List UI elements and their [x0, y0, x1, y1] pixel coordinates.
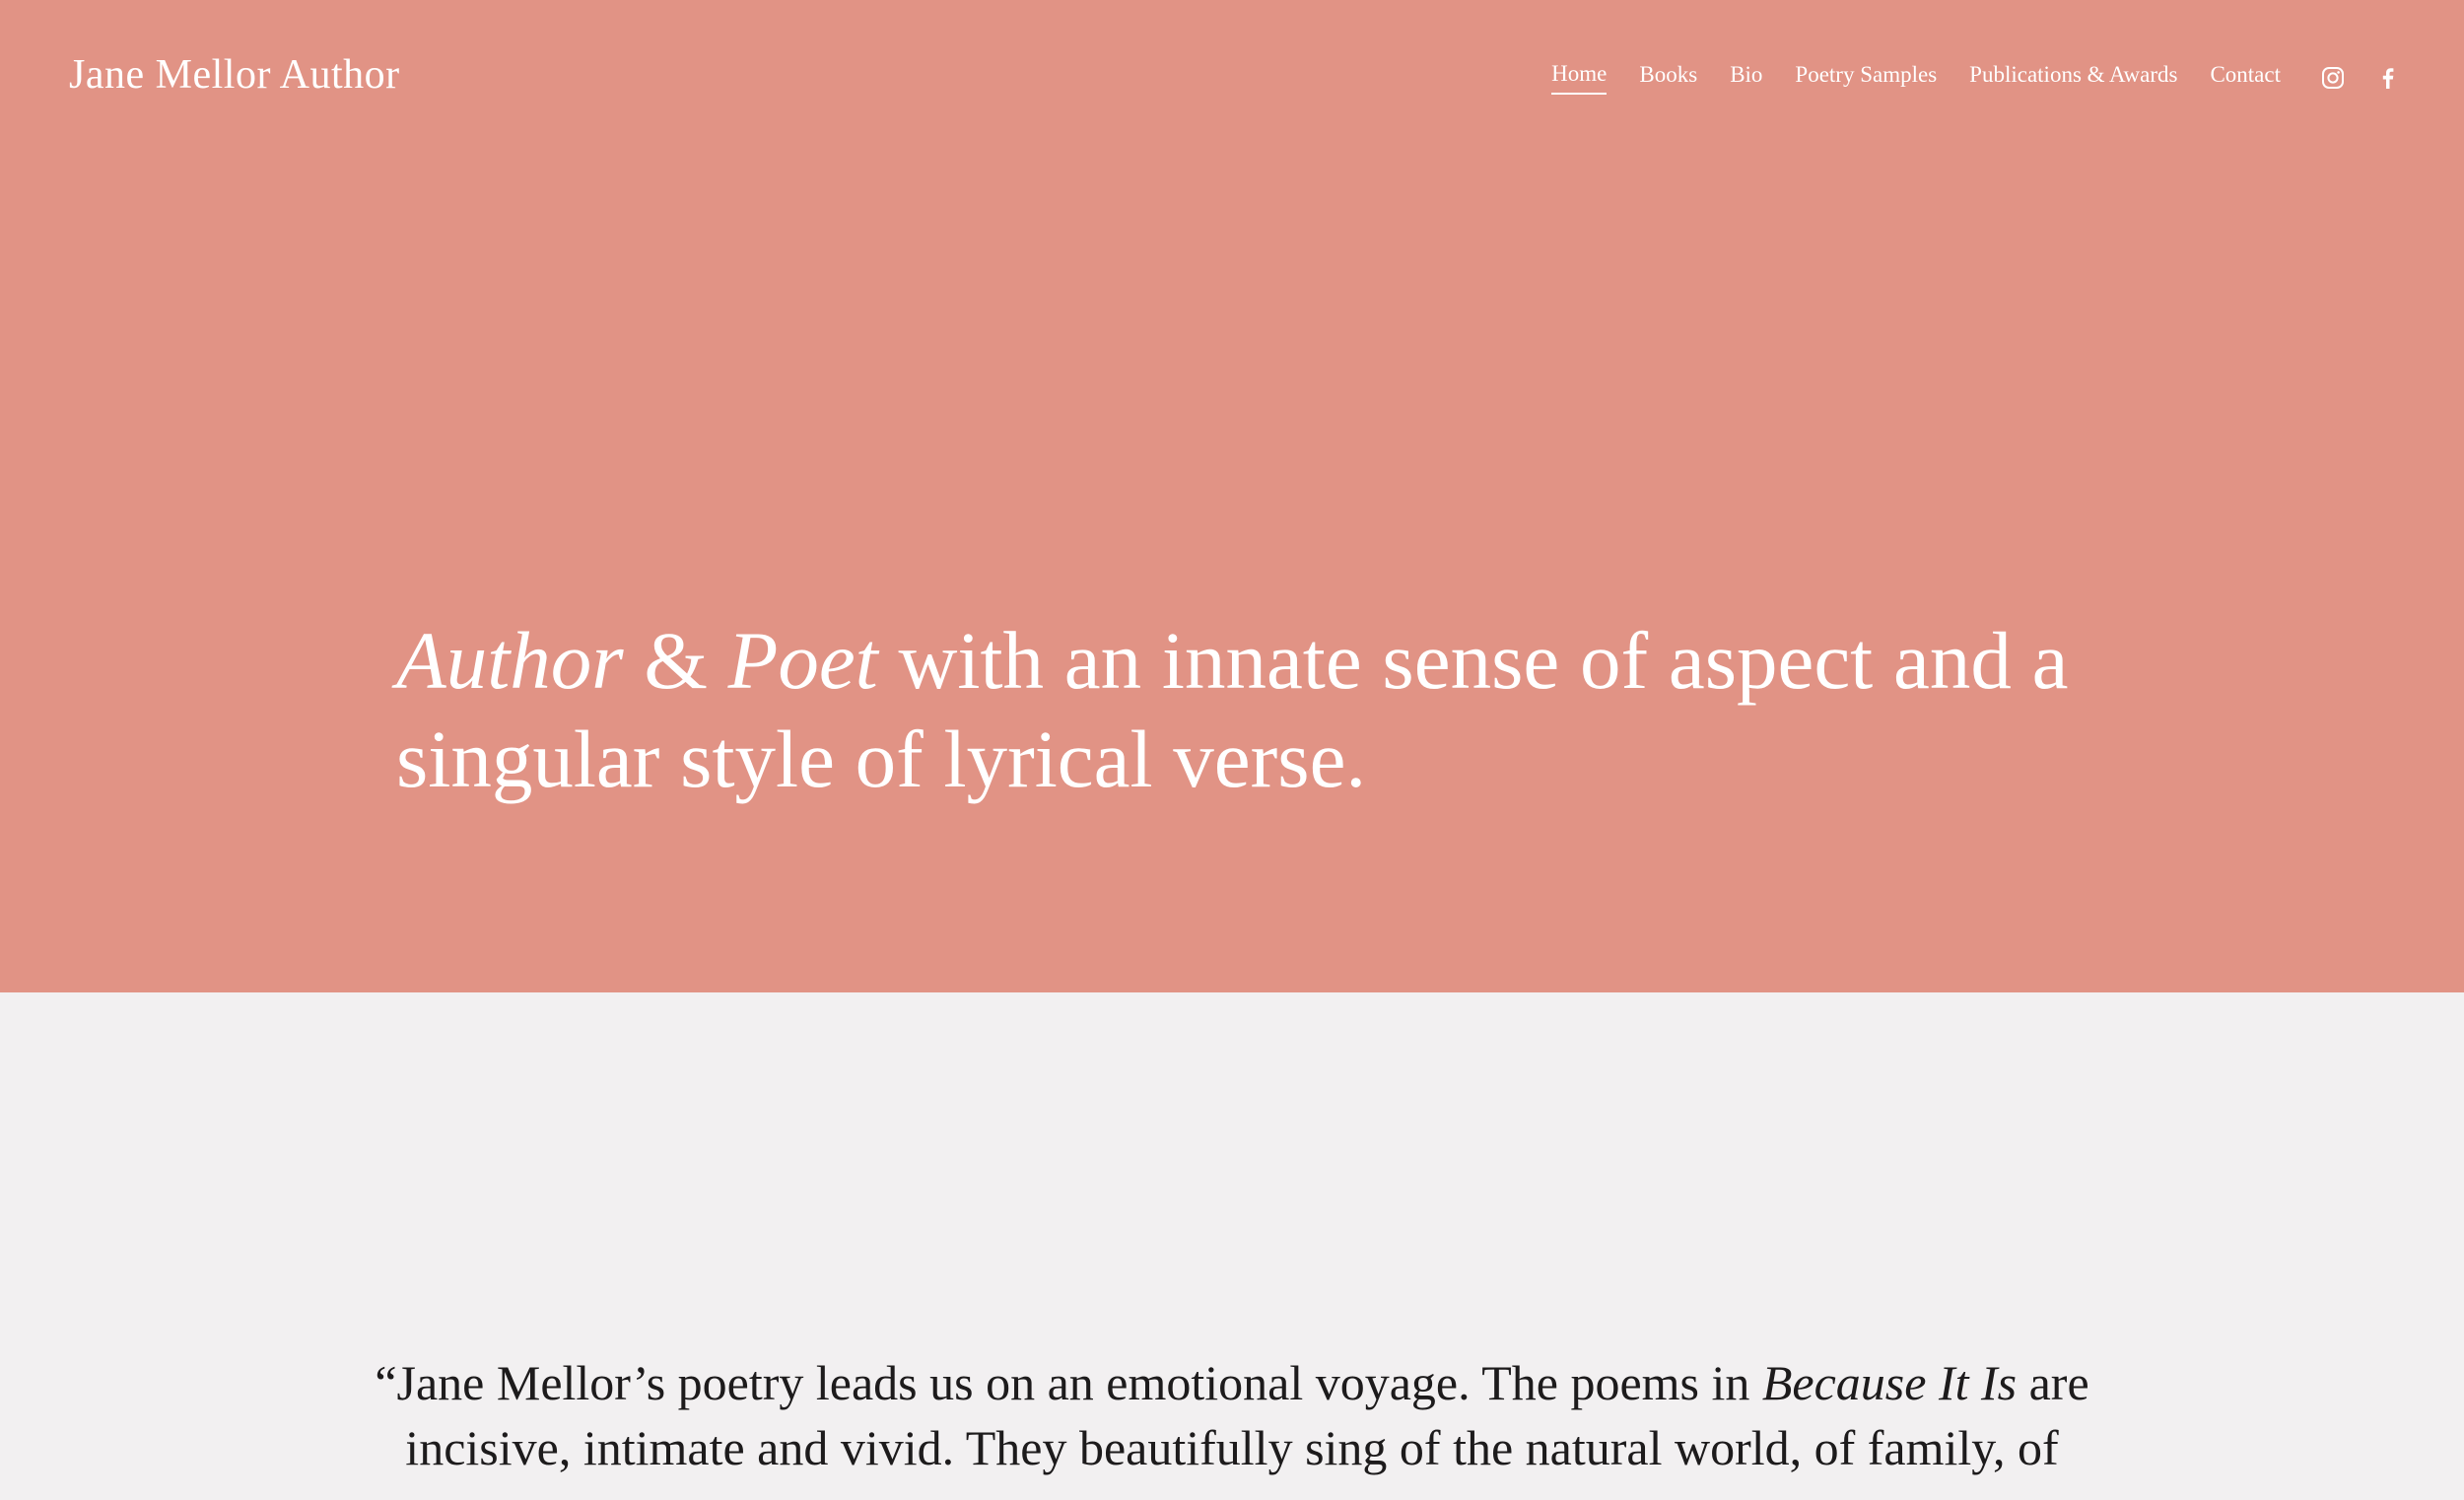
- testimonial-quote: “Jane Mellor’s poetry leads us on an emo…: [335, 1350, 2129, 1480]
- hero-headline: Author & Poet with an innate sense of as…: [396, 611, 2072, 808]
- quote-book-title: Because It Is: [1761, 1355, 2018, 1410]
- nav-contact[interactable]: Contact: [2210, 62, 2281, 94]
- headline-ampersand: &: [623, 615, 728, 706]
- instagram-icon[interactable]: [2318, 63, 2348, 93]
- headline-poet: Poet: [727, 615, 878, 706]
- main-nav: Home Books Bio Poetry Samples Publicatio…: [1519, 61, 2403, 95]
- nav-publications-awards[interactable]: Publications & Awards: [1969, 62, 2177, 94]
- social-links: [2293, 63, 2403, 93]
- site-title[interactable]: Jane Mellor Author: [69, 51, 400, 99]
- hero-section: Jane Mellor Author Home Books Bio Poetry…: [0, 0, 2464, 992]
- quote-start: “Jane Mellor’s poetry leads us on an emo…: [375, 1355, 1762, 1410]
- nav-home[interactable]: Home: [1551, 61, 1608, 95]
- nav-poetry-samples[interactable]: Poetry Samples: [1795, 62, 1937, 94]
- nav-bio[interactable]: Bio: [1730, 62, 1762, 94]
- nav-books[interactable]: Books: [1639, 62, 1697, 94]
- facebook-icon[interactable]: [2373, 63, 2403, 93]
- headline-author: Author: [396, 615, 624, 706]
